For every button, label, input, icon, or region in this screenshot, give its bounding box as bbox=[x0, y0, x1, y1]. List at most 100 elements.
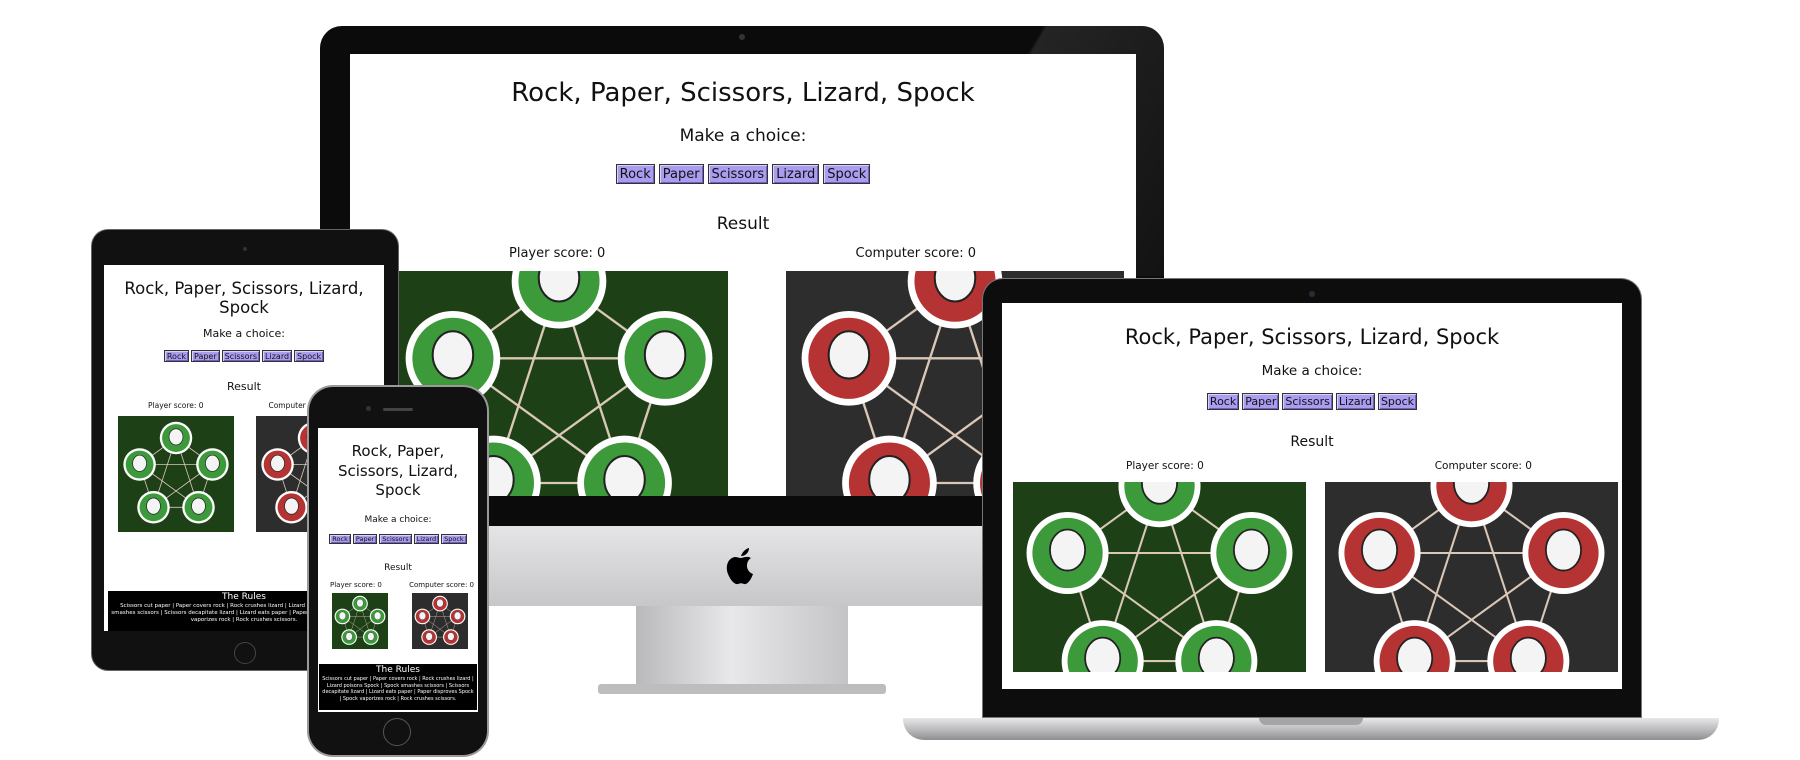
rpsls-diagram-green bbox=[118, 416, 234, 532]
rock-button[interactable]: Rock bbox=[1206, 393, 1240, 410]
computer-choice-image bbox=[412, 592, 468, 649]
result-heading: Result bbox=[716, 214, 770, 234]
choice-prompt: Make a choice: bbox=[1261, 363, 1363, 379]
macbook-screen: Rock, Paper, Scissors, Lizard, Spock Mak… bbox=[1002, 303, 1622, 689]
scissors-hand-icon bbox=[603, 454, 646, 496]
rock-hand-icon bbox=[436, 598, 444, 607]
ipad-home-button bbox=[234, 642, 256, 664]
player-score: Player score: 0 bbox=[148, 401, 204, 410]
rock-button[interactable]: Rock bbox=[163, 350, 189, 362]
rock-button[interactable]: Rock bbox=[329, 533, 351, 544]
paper-hand-icon bbox=[374, 611, 382, 620]
spock-button[interactable]: Spock bbox=[823, 164, 871, 184]
imac-camera bbox=[739, 34, 745, 40]
result-heading: Result bbox=[1290, 434, 1334, 450]
rules-panel: The Rules Scissors cut paper | Paper cov… bbox=[319, 664, 477, 710]
choice-prompt: Make a choice: bbox=[202, 327, 286, 340]
choice-buttons: Rock Paper Scissors Lizard Spock bbox=[1002, 393, 1622, 410]
paper-hand-icon bbox=[643, 330, 687, 380]
paper-hand-icon bbox=[205, 454, 220, 472]
imac-foot bbox=[598, 684, 886, 694]
player-score: Player score: 0 bbox=[1126, 460, 1204, 472]
spock-button[interactable]: Spock bbox=[441, 533, 467, 544]
rules-title: The Rules bbox=[376, 665, 420, 675]
macbook-notch bbox=[1259, 718, 1363, 725]
spock-hand-icon bbox=[1361, 528, 1399, 572]
spock-button[interactable]: Spock bbox=[294, 350, 325, 362]
iphone-screen: Rock, Paper, Scissors, Lizard, Spock Mak… bbox=[318, 428, 478, 712]
rpsls-diagram-red bbox=[1325, 482, 1618, 672]
choice-buttons: Rock Paper Scissors Lizard Spock bbox=[104, 350, 384, 362]
page-title: Rock, Paper, Scissors, Lizard, Spock bbox=[337, 442, 459, 499]
choice-images bbox=[1002, 482, 1622, 672]
scissors-button[interactable]: Scissors bbox=[379, 533, 412, 544]
lizard-button[interactable]: Lizard bbox=[772, 164, 820, 184]
scissors-hand-icon bbox=[447, 631, 455, 641]
rpsls-diagram-red bbox=[412, 592, 468, 649]
rock-button[interactable]: Rock bbox=[615, 164, 655, 184]
spock-button[interactable]: Spock bbox=[1377, 393, 1418, 410]
iphone-camera bbox=[366, 406, 371, 411]
ipad-camera bbox=[243, 247, 247, 251]
choice-buttons: Rock Paper Scissors Lizard Spock bbox=[350, 164, 1136, 184]
choice-prompt: Make a choice: bbox=[364, 514, 432, 525]
choice-images bbox=[318, 592, 478, 649]
player-choice-image bbox=[118, 416, 234, 532]
lizard-hand-icon bbox=[1396, 636, 1434, 672]
choice-prompt: Make a choice: bbox=[679, 126, 807, 146]
scissors-hand-icon bbox=[367, 631, 375, 641]
lizard-hand-icon bbox=[1084, 636, 1122, 672]
lizard-button[interactable]: Lizard bbox=[413, 533, 440, 544]
rock-hand-icon bbox=[356, 598, 364, 607]
spock-hand-icon bbox=[270, 454, 285, 472]
paper-hand-icon bbox=[1544, 528, 1582, 572]
spock-hand-icon bbox=[338, 611, 346, 620]
imac-stand bbox=[636, 606, 848, 686]
computer-choice-image bbox=[1325, 482, 1618, 672]
paper-button[interactable]: Paper bbox=[658, 164, 704, 184]
spock-hand-icon bbox=[1049, 528, 1087, 572]
page-title: Rock, Paper, Scissors, Lizard, Spock bbox=[1124, 325, 1500, 349]
lizard-button[interactable]: Lizard bbox=[262, 350, 293, 362]
iphone-home-button bbox=[383, 718, 411, 746]
scores-row: Player score: 0 Computer score: 0 bbox=[350, 246, 1136, 261]
lizard-hand-icon bbox=[284, 497, 299, 515]
rpsls-diagram-green bbox=[1013, 482, 1306, 672]
page-title: Rock, Paper, Scissors, Lizard, Spock bbox=[511, 78, 975, 108]
scissors-button[interactable]: Scissors bbox=[221, 350, 261, 362]
choice-buttons: Rock Paper Scissors Lizard Spock bbox=[318, 533, 478, 544]
computer-score: Computer score: 0 bbox=[855, 246, 976, 261]
player-choice-image bbox=[1013, 482, 1306, 672]
paper-hand-icon bbox=[454, 611, 462, 620]
lizard-button[interactable]: Lizard bbox=[1335, 393, 1375, 410]
paper-button[interactable]: Paper bbox=[1242, 393, 1280, 410]
apple-logo-icon bbox=[726, 548, 753, 585]
rock-hand-icon bbox=[168, 428, 184, 446]
spock-hand-icon bbox=[132, 454, 147, 472]
paper-hand-icon bbox=[1232, 528, 1270, 572]
spock-hand-icon bbox=[418, 611, 426, 620]
player-choice-image bbox=[332, 592, 388, 649]
player-score: Player score: 0 bbox=[509, 246, 606, 261]
macbook-camera bbox=[1309, 291, 1315, 297]
scissors-hand-icon bbox=[1509, 636, 1547, 672]
scores-row: Player score: 0 Computer score: 0 bbox=[1002, 460, 1622, 472]
paper-button[interactable]: Paper bbox=[190, 350, 220, 362]
paper-button[interactable]: Paper bbox=[352, 533, 378, 544]
player-score: Player score: 0 bbox=[330, 580, 382, 589]
scissors-hand-icon bbox=[1197, 636, 1235, 672]
page-title: Rock, Paper, Scissors, Lizard, Spock bbox=[124, 279, 364, 317]
scissors-hand-icon bbox=[191, 497, 206, 515]
scissors-button[interactable]: Scissors bbox=[1282, 393, 1333, 410]
lizard-hand-icon bbox=[868, 454, 911, 496]
result-heading: Result bbox=[384, 562, 412, 573]
lizard-hand-icon bbox=[345, 631, 353, 641]
scores-row: Player score: 0 Computer score: 0 bbox=[318, 581, 478, 589]
lizard-hand-icon bbox=[146, 497, 161, 515]
rules-text: Scissors cut paper | Paper covers rock |… bbox=[322, 676, 474, 702]
spock-hand-icon bbox=[827, 330, 871, 380]
iphone-speaker bbox=[383, 408, 413, 411]
scissors-button[interactable]: Scissors bbox=[707, 164, 769, 184]
computer-score: Computer score: 0 bbox=[409, 580, 474, 589]
computer-score: Computer score: 0 bbox=[1434, 460, 1532, 472]
